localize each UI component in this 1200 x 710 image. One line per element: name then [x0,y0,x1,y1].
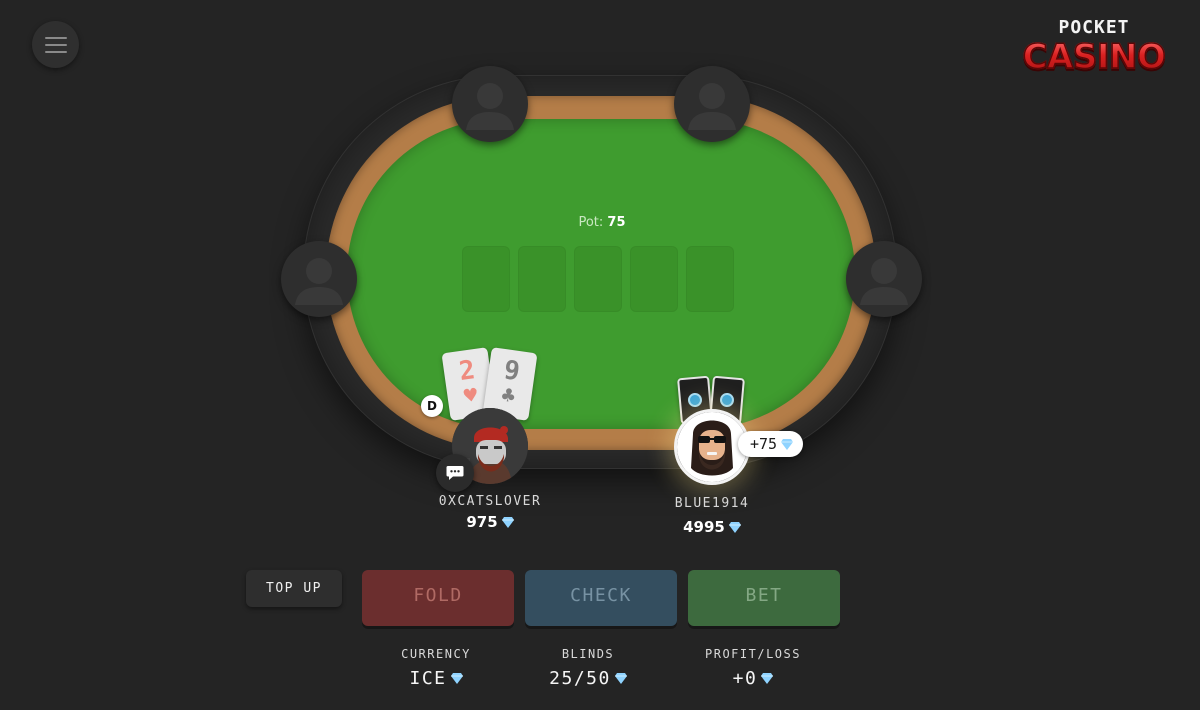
pocket-casino-logo: POCKET CASINO [1018,18,1170,78]
blinds-label: BLINDS [561,647,615,661]
currency-stat: CURRENCY ICE [361,647,511,689]
player-chips-0xcatslover: 975 [410,513,570,531]
empty-seat-avatar-icon [688,83,736,130]
currency-value-text: ICE [409,668,447,689]
diamond-icon [614,673,627,684]
dealer-button: D [421,395,443,417]
chip-count: 4995 [683,518,725,536]
empty-seat-right[interactable] [846,241,922,317]
player-name-0xcatslover: 0XCATSLOVER [438,494,542,509]
community-card-slot [630,246,678,312]
pot-value: 75 [607,215,626,230]
empty-seat-avatar-icon [466,83,514,130]
profit-loss-value: +0 [678,668,828,689]
top-up-button[interactable]: TOP UP [246,570,342,607]
card-back-emblem-icon [719,392,735,408]
empty-seat-left[interactable] [281,241,357,317]
community-card-slot [518,246,566,312]
win-amount: +75 [750,435,778,453]
blinds-value: 25/50 [513,668,663,689]
diamond-icon [450,673,463,684]
diamond-icon [781,438,794,450]
empty-seat-top-right[interactable] [674,66,750,142]
hamburger-icon [44,36,67,53]
empty-seat-avatar-icon [860,258,908,305]
card-back-emblem-icon [687,392,703,408]
chip-count: 975 [466,513,498,531]
profit-loss-stat: PROFIT/LOSS +0 [678,647,828,689]
check-button[interactable]: CHECK [525,570,677,626]
community-card-slot [574,246,622,312]
profit-loss-label: PROFIT/LOSS [705,647,801,661]
pot-display: Pot: 75 [540,215,664,230]
diamond-icon [728,521,741,533]
player-chips-blue1914: 4995 [632,518,792,536]
pot-label: Pot: [578,215,604,230]
empty-seat-top-left[interactable] [452,66,528,142]
currency-value: ICE [361,668,511,689]
diamond-icon [761,673,774,684]
diamond-icon [501,516,514,528]
fold-button[interactable]: FOLD [362,570,514,626]
profit-loss-value-text: +0 [732,668,758,689]
empty-seat-avatar-icon [295,258,343,305]
win-amount-badge: +75 [738,431,804,457]
community-card-slot [686,246,734,312]
player-name-blue1914: BLUE1914 [674,496,750,511]
community-cards [462,246,734,312]
blinds-value-text: 25/50 [549,668,611,689]
menu-button[interactable] [32,21,79,68]
logo-top-text: POCKET [1058,17,1130,38]
chat-bubble-icon [446,466,464,480]
blinds-stat: BLINDS 25/50 [513,647,663,689]
bet-button[interactable]: BET [688,570,840,626]
chat-button[interactable] [436,454,474,492]
bearded-avatar-image [677,412,747,482]
currency-label: CURRENCY [401,647,471,661]
logo-main-text: CASINO [1018,37,1170,77]
community-card-slot [462,246,510,312]
